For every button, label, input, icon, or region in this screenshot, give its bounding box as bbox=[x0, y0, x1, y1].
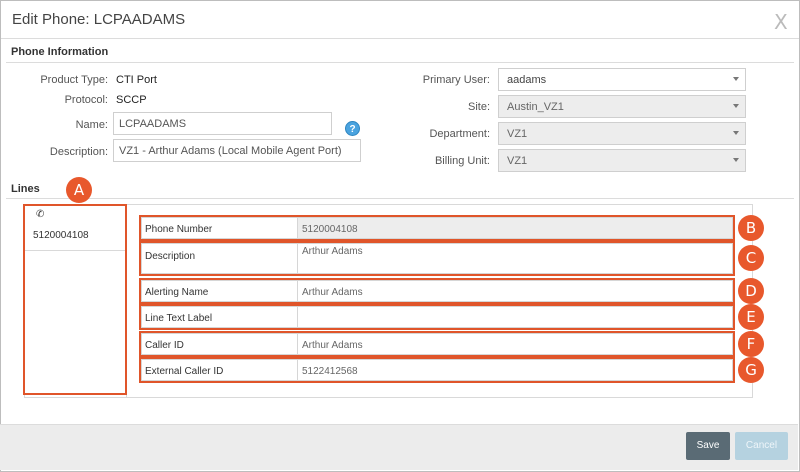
save-button[interactable]: Save bbox=[686, 432, 730, 460]
billing-unit-select[interactable]: VZ1 bbox=[498, 149, 746, 172]
site-select[interactable]: Austin_VZ1 bbox=[498, 95, 746, 118]
chevron-down-icon bbox=[733, 77, 739, 81]
chevron-down-icon bbox=[733, 158, 739, 162]
callout-e-badge: E bbox=[738, 304, 764, 330]
primary-user-label: Primary User: bbox=[422, 74, 490, 86]
department-value: VZ1 bbox=[507, 128, 528, 140]
callout-b-box bbox=[139, 215, 735, 241]
callout-c-box bbox=[139, 241, 735, 276]
site-value: Austin_VZ1 bbox=[507, 101, 564, 113]
callout-f-box bbox=[139, 331, 735, 357]
primary-user-value: aadams bbox=[507, 74, 547, 86]
name-input[interactable]: LCPAADAMS bbox=[113, 112, 332, 135]
site-label: Site: bbox=[467, 101, 490, 113]
name-label: Name: bbox=[75, 119, 108, 131]
department-select[interactable]: VZ1 bbox=[498, 122, 746, 145]
callout-e-box bbox=[139, 304, 735, 330]
lines-divider bbox=[6, 198, 794, 199]
cancel-button[interactable]: Cancel bbox=[735, 432, 788, 460]
protocol-value: SCCP bbox=[116, 94, 147, 106]
dialog-footer bbox=[0, 424, 798, 470]
description-label: Description: bbox=[49, 146, 108, 158]
callout-d-box bbox=[139, 278, 735, 304]
close-icon[interactable]: X bbox=[774, 10, 788, 34]
callout-b-badge: B bbox=[738, 215, 764, 241]
billing-unit-value: VZ1 bbox=[507, 155, 528, 167]
lines-section-title: Lines bbox=[11, 183, 40, 195]
help-icon[interactable]: ? bbox=[345, 121, 360, 136]
dialog-title: Edit Phone: LCPAADAMS bbox=[12, 11, 186, 28]
protocol-label: Protocol: bbox=[64, 94, 108, 106]
product-type-label: Product Type: bbox=[40, 74, 108, 86]
description-input[interactable]: VZ1 - Arthur Adams (Local Mobile Agent P… bbox=[113, 139, 361, 162]
dialog-header: Edit Phone: LCPAADAMS X bbox=[1, 1, 799, 39]
phone-info-divider bbox=[6, 62, 794, 63]
department-label: Department: bbox=[429, 128, 490, 140]
callout-f-badge: F bbox=[738, 331, 764, 357]
callout-g-box bbox=[139, 357, 735, 383]
chevron-down-icon bbox=[733, 104, 739, 108]
callout-c-badge: C bbox=[738, 245, 764, 271]
phone-info-section-title: Phone Information bbox=[11, 46, 109, 58]
product-type-value: CTI Port bbox=[116, 74, 157, 86]
billing-unit-label: Billing Unit: bbox=[434, 155, 490, 167]
primary-user-select[interactable]: aadams bbox=[498, 68, 746, 91]
callout-d-badge: D bbox=[738, 278, 764, 304]
callout-a-box bbox=[23, 204, 127, 395]
chevron-down-icon bbox=[733, 131, 739, 135]
callout-a-badge: A bbox=[66, 177, 92, 203]
callout-g-badge: G bbox=[738, 357, 764, 383]
